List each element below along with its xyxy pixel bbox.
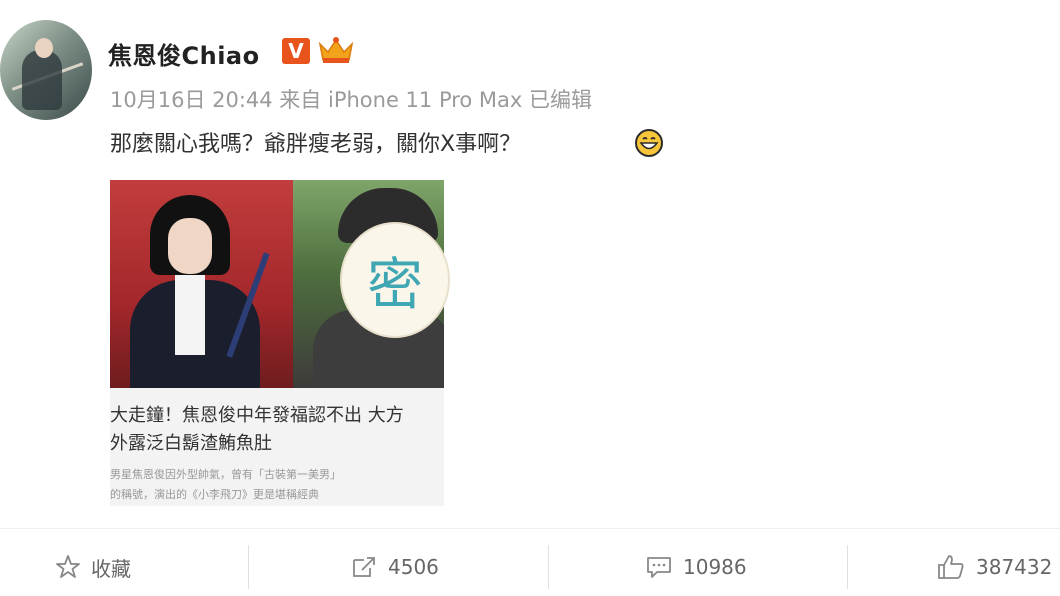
favorite-button[interactable]: 收藏	[55, 550, 131, 584]
post-text: 那麼關心我嗎？爺胖瘦老弱，關你X事啊？	[110, 132, 522, 157]
avatar-face	[35, 38, 53, 58]
post-meta: 10月16日 20:44 来自 iPhone 11 Pro Max 已编辑	[110, 88, 593, 112]
repost-button[interactable]: 4506	[350, 550, 439, 584]
star-icon	[56, 555, 80, 578]
comment-button[interactable]: 10986	[645, 550, 747, 584]
avatar-figure	[22, 50, 62, 110]
card-title[interactable]: 大走鐘！焦恩俊中年發福認不出 大方 外露泛白鬍渣鮪魚肚	[110, 402, 444, 458]
author-name[interactable]: 焦恩俊Chiao	[108, 36, 260, 71]
link-card[interactable]: 密 大走鐘！焦恩俊中年發福認不出 大方 外露泛白鬍渣鮪魚肚 男星焦恩俊因外型帥氣…	[110, 180, 450, 506]
repost-icon	[353, 557, 375, 577]
comment-count: 10986	[683, 555, 747, 579]
card-title-line1: 大走鐘！焦恩俊中年發福認不出 大方	[110, 405, 404, 426]
censor-circle: 密	[340, 222, 450, 338]
repost-count: 4506	[388, 555, 439, 579]
action-separator	[847, 545, 848, 589]
action-separator	[548, 545, 549, 589]
avatar[interactable]	[0, 20, 92, 120]
footer-divider	[0, 528, 1060, 529]
crown-badge-icon[interactable]	[316, 34, 356, 66]
card-title-line2: 外露泛白鬍渣鮪魚肚	[110, 433, 272, 454]
action-separator	[248, 545, 249, 589]
card-desc-line2: 的稱號，演出的《小李飛刀》更是堪稱經典	[110, 488, 319, 501]
card-image-left	[110, 180, 293, 388]
like-button[interactable]: 387432	[936, 550, 1052, 584]
card-desc-line1: 男星焦恩俊因外型帥氣，曾有「古裝第一美男」	[110, 468, 341, 481]
grin-emoji-icon	[635, 129, 663, 157]
like-count: 387432	[976, 555, 1053, 579]
verified-badge[interactable]: V	[282, 38, 310, 64]
thumbs-up-icon	[938, 555, 964, 579]
favorite-label: 收藏	[91, 556, 131, 581]
comment-icon	[647, 557, 671, 578]
card-description: 男星焦恩俊因外型帥氣，曾有「古裝第一美男」 的稱號，演出的《小李飛刀》更是堪稱經…	[110, 465, 444, 505]
